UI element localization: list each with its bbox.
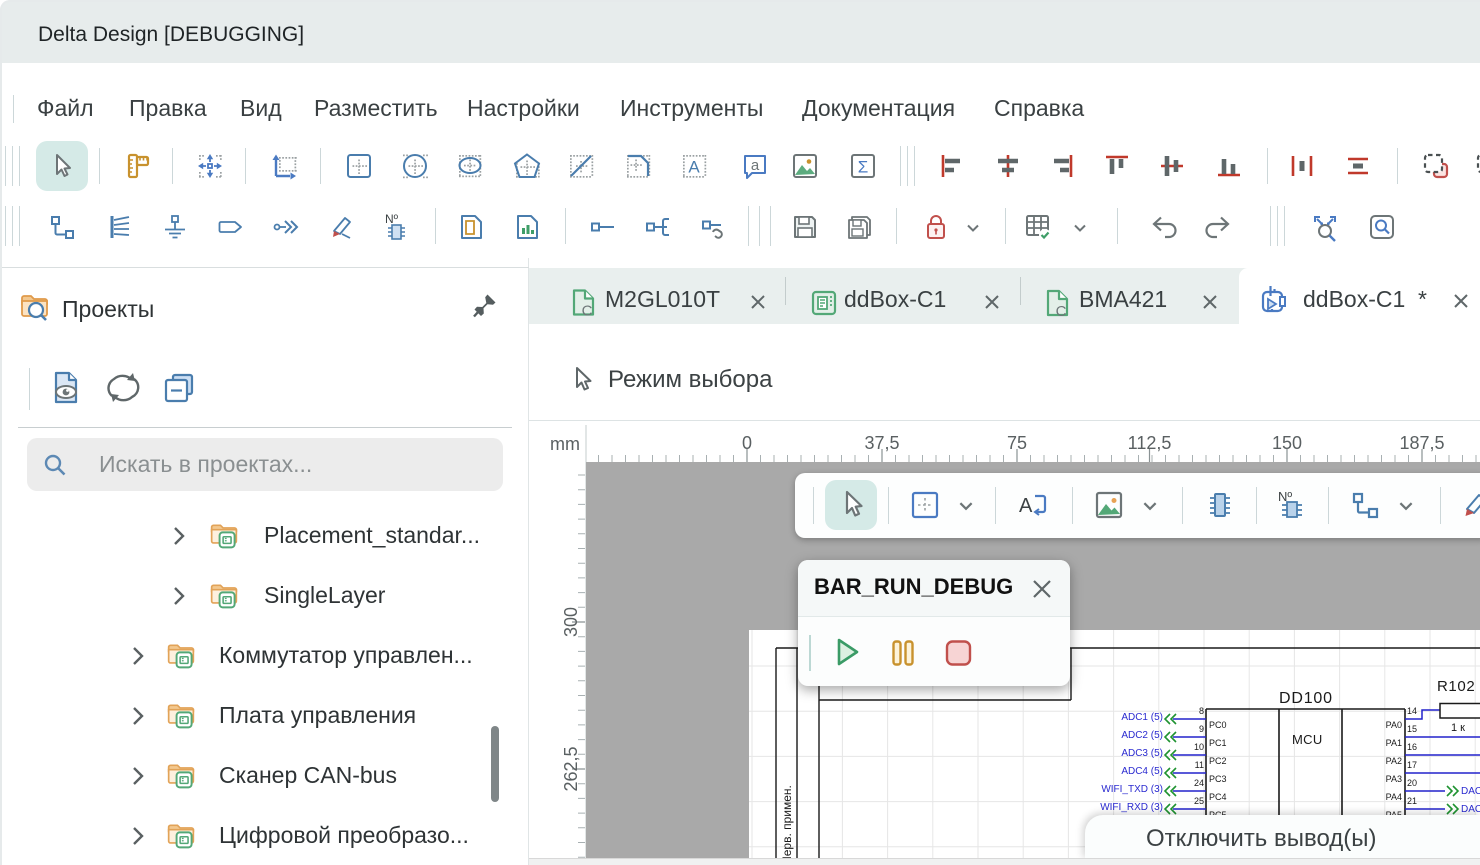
svg-text:A: A: [688, 158, 700, 177]
svg-text:C: C: [1056, 303, 1067, 318]
svg-text:A: A: [1019, 495, 1033, 517]
svg-text:a: a: [751, 157, 760, 174]
svg-text:Σ: Σ: [858, 158, 869, 177]
svg-text:Nº: Nº: [385, 212, 399, 226]
svg-text:C: C: [582, 303, 593, 319]
